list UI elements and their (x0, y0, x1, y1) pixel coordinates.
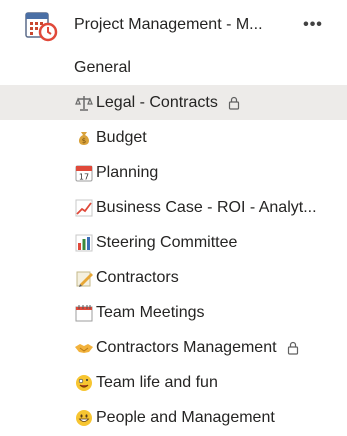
channel-label: Team Meetings (96, 303, 205, 321)
channel-label: General (74, 58, 131, 76)
more-options-button[interactable]: ••• (300, 14, 326, 36)
channel-label: Contractors Management (96, 338, 277, 356)
channel-budget[interactable]: $ Budget (0, 120, 347, 155)
team-header[interactable]: Project Management - M... ••• (0, 0, 347, 50)
channel-label: Planning (96, 163, 159, 181)
calendar-17-icon: 17 (74, 163, 94, 183)
channel-legal-contracts[interactable]: Legal - Contracts (0, 85, 347, 120)
channel-label: Contractors (96, 268, 179, 286)
zany-face-icon (74, 373, 94, 393)
channel-business-case[interactable]: Business Case - ROI - Analyt... (0, 190, 347, 225)
calendar-clock-icon (22, 8, 58, 44)
channel-label: Business Case - ROI - Analyt... (96, 198, 317, 216)
channel-label: Team life and fun (96, 373, 218, 391)
channel-planning[interactable]: 17 Planning (0, 155, 347, 190)
channel-label: Legal - Contracts (96, 93, 218, 111)
bar-chart-icon (74, 233, 94, 253)
svg-text:17: 17 (79, 172, 89, 181)
balance-scale-icon (74, 93, 94, 113)
channel-people-and-management[interactable]: People and Management (0, 400, 347, 435)
memo-pencil-icon (74, 268, 94, 288)
spiral-calendar-icon (74, 303, 94, 323)
handshake-icon (74, 338, 94, 358)
grinning-face-icon (74, 408, 94, 428)
chart-increasing-icon (74, 198, 94, 218)
lock-icon (228, 96, 240, 110)
channel-label: Budget (96, 128, 147, 146)
lock-icon (287, 341, 299, 355)
channel-label: People and Management (96, 408, 275, 426)
team-name[interactable]: Project Management - M... (74, 13, 294, 37)
channel-steering-committee[interactable]: Steering Committee (0, 225, 347, 260)
channel-team-life-and-fun[interactable]: Team life and fun (0, 365, 347, 400)
channel-team-meetings[interactable]: Team Meetings (0, 295, 347, 330)
channel-contractors-management[interactable]: Contractors Management (0, 330, 347, 365)
channel-general[interactable]: General (0, 50, 347, 85)
money-bag-icon: $ (74, 128, 94, 148)
channel-contractors[interactable]: Contractors (0, 260, 347, 295)
channel-label: Steering Committee (96, 233, 238, 251)
svg-text:$: $ (82, 137, 86, 145)
